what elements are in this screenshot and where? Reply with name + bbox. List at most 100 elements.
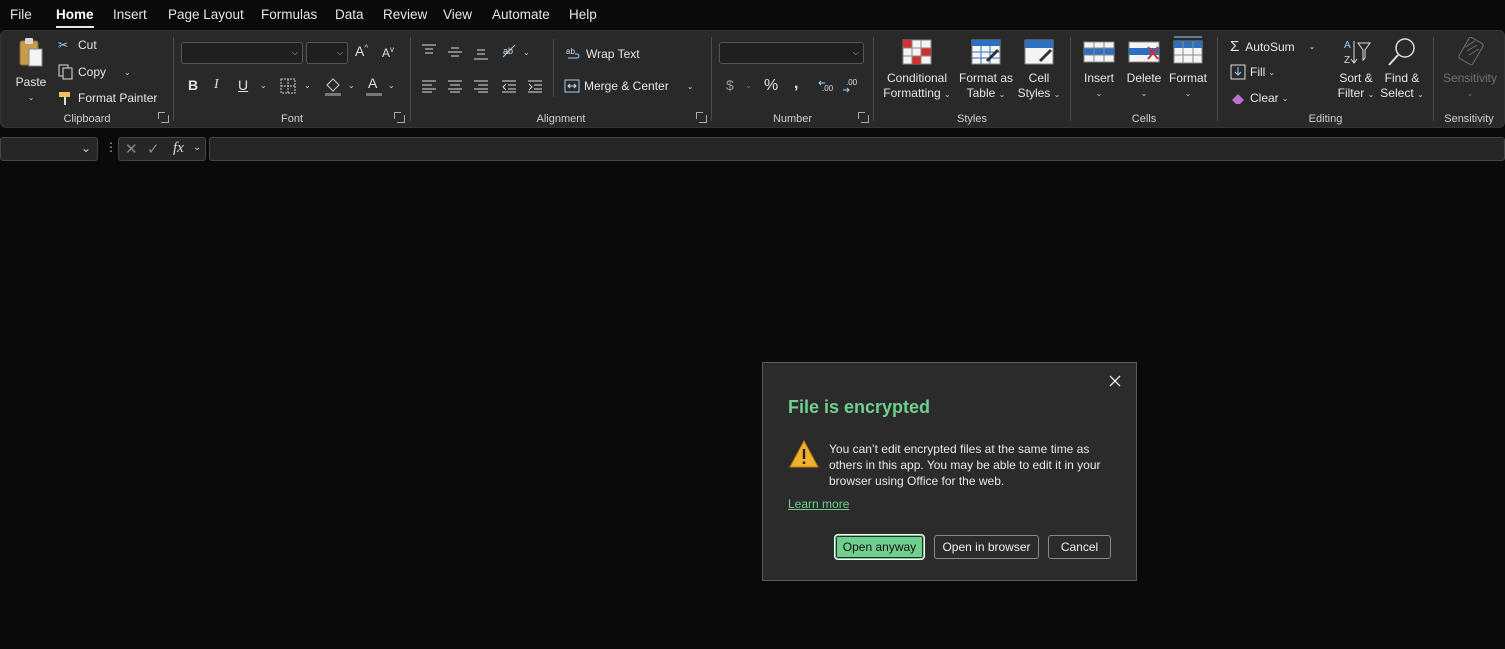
- merge-cells-icon: [564, 79, 580, 93]
- sensitivity-icon: [1458, 36, 1484, 66]
- divider: [553, 39, 554, 97]
- number-format-dropdown[interactable]: ⌵: [719, 42, 864, 64]
- chevron-down-icon[interactable]: ⌄: [1309, 42, 1316, 51]
- close-icon[interactable]: [1105, 371, 1125, 391]
- chevron-down-icon[interactable]: ⌄: [260, 81, 267, 90]
- chevron-down-icon[interactable]: ⌄: [687, 82, 694, 91]
- sensitivity-label: Sensitivity: [1442, 71, 1498, 85]
- delete-cells-label: Delete: [1126, 71, 1162, 85]
- font-size-dropdown[interactable]: ⌵: [306, 42, 348, 64]
- increase-font-size-icon[interactable]: A^: [355, 43, 368, 59]
- font-name-dropdown[interactable]: ⌵: [181, 42, 303, 64]
- decrease-indent-icon[interactable]: [501, 79, 517, 93]
- name-box[interactable]: ⌄: [0, 137, 98, 161]
- merge-center-button[interactable]: Merge & Center ⌄: [564, 78, 693, 94]
- cancel-button[interactable]: Cancel: [1048, 535, 1111, 559]
- find-select-button[interactable]: Find & Select ⌄: [1378, 37, 1426, 102]
- learn-more-link[interactable]: Learn more: [788, 497, 849, 511]
- tab-file[interactable]: File: [10, 7, 32, 22]
- insert-cells-button[interactable]: Insert ⌄: [1077, 39, 1121, 101]
- percent-icon[interactable]: %: [764, 77, 778, 95]
- menu-bar: File Home Insert Page Layout Formulas Da…: [0, 0, 1505, 30]
- autosum-button[interactable]: Σ AutoSum ⌄: [1230, 38, 1315, 55]
- alignment-group: ab ⌄ ab Wrap Text Merge & Center ⌄ Align…: [411, 31, 711, 127]
- align-middle-icon[interactable]: [447, 45, 463, 59]
- dialog-launcher-icon[interactable]: [394, 112, 405, 123]
- tab-insert[interactable]: Insert: [113, 7, 147, 22]
- format-cells-button[interactable]: Format ⌄: [1167, 35, 1209, 101]
- format-painter-button[interactable]: Format Painter: [58, 90, 157, 106]
- paste-label: Paste: [15, 75, 47, 89]
- chevron-down-icon: ⌄: [1367, 90, 1375, 99]
- wrap-text-button[interactable]: ab Wrap Text: [566, 46, 640, 62]
- orientation-icon[interactable]: ab: [501, 43, 517, 59]
- open-anyway-button[interactable]: Open anyway: [835, 535, 924, 559]
- cancel-formula-icon[interactable]: ✕: [125, 140, 138, 158]
- align-right-icon[interactable]: [473, 79, 489, 93]
- tab-formulas[interactable]: Formulas: [261, 7, 317, 22]
- align-top-icon[interactable]: [421, 43, 437, 57]
- fill-color-icon[interactable]: [324, 76, 342, 96]
- decrease-font-size-icon[interactable]: Av: [382, 45, 394, 60]
- chevron-down-icon[interactable]: ⌄: [388, 81, 395, 90]
- font-color-icon[interactable]: A: [368, 75, 377, 91]
- insert-function-icon[interactable]: fx: [173, 140, 184, 157]
- formula-input[interactable]: [209, 137, 1505, 161]
- borders-icon[interactable]: [280, 78, 296, 94]
- copy-button[interactable]: Copy ⌄: [58, 64, 131, 80]
- increase-decimal-icon[interactable]: .00: [818, 77, 836, 95]
- align-left-icon[interactable]: [421, 79, 437, 93]
- open-in-browser-button[interactable]: Open in browser: [934, 535, 1039, 559]
- chevron-down-icon[interactable]: ⌄: [304, 81, 311, 90]
- cut-button[interactable]: ✂ Cut: [58, 38, 97, 52]
- chevron-down-icon[interactable]: ⌄: [1268, 68, 1275, 77]
- paste-button[interactable]: Paste ⌄: [9, 37, 53, 105]
- sort-filter-button[interactable]: A Z Sort & Filter ⌄: [1334, 37, 1378, 102]
- chevron-down-icon[interactable]: ⌄: [81, 141, 91, 155]
- sensitivity-button[interactable]: Sensitivity ⌄: [1438, 35, 1502, 101]
- format-as-table-label-1: Format as: [958, 71, 1013, 85]
- more-options-icon[interactable]: ⋮: [105, 140, 117, 154]
- chevron-down-icon[interactable]: ⌄: [9, 90, 53, 105]
- bold-icon[interactable]: B: [188, 77, 198, 93]
- cell-styles-icon: [1024, 39, 1054, 65]
- align-center-icon[interactable]: [447, 79, 463, 93]
- clear-button[interactable]: Clear ⌄: [1230, 90, 1288, 106]
- increase-indent-icon[interactable]: [527, 79, 543, 93]
- fill-button[interactable]: Fill ⌄: [1230, 64, 1275, 80]
- chevron-down-icon[interactable]: ⌄: [745, 81, 752, 90]
- tab-page-layout[interactable]: Page Layout: [168, 7, 244, 22]
- cell-styles-label-1: Cell: [1028, 71, 1050, 85]
- chevron-down-icon[interactable]: ⌄: [523, 48, 530, 57]
- comma-style-icon[interactable]: ,: [794, 75, 798, 93]
- underline-icon[interactable]: U: [238, 77, 248, 93]
- format-as-table-button[interactable]: Format as Table ⌄: [956, 39, 1016, 102]
- tab-home[interactable]: Home: [56, 7, 94, 28]
- tab-review[interactable]: Review: [383, 7, 427, 22]
- decrease-decimal-icon[interactable]: .00: [842, 77, 860, 95]
- delete-cells-button[interactable]: Delete ⌄: [1121, 39, 1167, 101]
- chevron-down-icon: ⌄: [1095, 89, 1103, 98]
- align-bottom-icon[interactable]: [473, 47, 489, 61]
- italic-icon[interactable]: I: [214, 77, 219, 93]
- format-painter-label: Format Painter: [78, 91, 158, 105]
- chevron-down-icon[interactable]: ⌄: [348, 81, 355, 90]
- editing-group: Σ AutoSum ⌄ Fill ⌄ Clear ⌄ A Z Sort & Fi…: [1218, 31, 1433, 127]
- currency-icon[interactable]: $: [726, 77, 734, 93]
- tab-data[interactable]: Data: [335, 7, 364, 22]
- dialog-launcher-icon[interactable]: [858, 112, 869, 123]
- tab-view[interactable]: View: [443, 7, 472, 22]
- conditional-formatting-button[interactable]: Conditional Formatting ⌄: [882, 39, 952, 102]
- enter-formula-icon[interactable]: ✓: [147, 140, 160, 158]
- ribbon: Paste ⌄ ✂ Cut Copy ⌄ Format Painter Clip…: [0, 30, 1505, 128]
- chevron-down-icon[interactable]: ⌄: [193, 142, 201, 153]
- tab-automate[interactable]: Automate: [492, 7, 550, 22]
- cell-styles-button[interactable]: Cell Styles ⌄: [1016, 39, 1062, 102]
- styles-group-label: Styles: [957, 113, 987, 125]
- tab-help[interactable]: Help: [569, 7, 597, 22]
- styles-group: Conditional Formatting ⌄ Format as Table…: [874, 31, 1070, 127]
- chevron-down-icon[interactable]: ⌄: [124, 68, 131, 77]
- dialog-launcher-icon[interactable]: [158, 112, 169, 123]
- chevron-down-icon[interactable]: ⌄: [1282, 94, 1289, 103]
- dialog-launcher-icon[interactable]: [696, 112, 707, 123]
